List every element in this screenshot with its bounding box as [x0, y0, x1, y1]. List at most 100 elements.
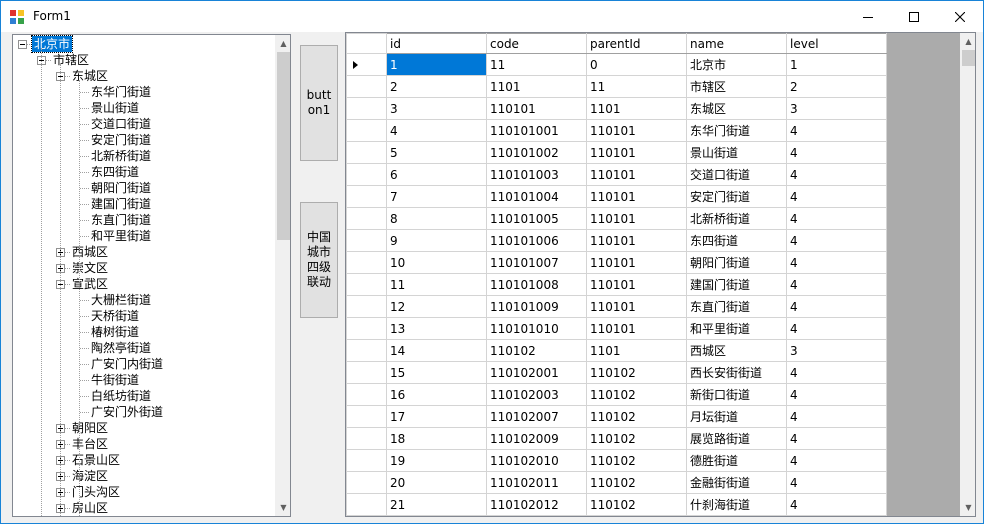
- table-cell-parentid[interactable]: 0: [586, 53, 687, 76]
- table-cell-level[interactable]: 1: [786, 53, 887, 76]
- table-cell-parentid[interactable]: 110101: [586, 229, 687, 252]
- row-header-cell[interactable]: [346, 251, 387, 274]
- table-row[interactable]: 16 110102003 110102 新街口街道 4: [346, 383, 887, 406]
- row-header-cell[interactable]: [346, 185, 387, 208]
- tree-node-label[interactable]: 房山区: [70, 500, 110, 516]
- table-cell-name[interactable]: 金融街街道: [686, 471, 787, 494]
- table-row[interactable]: 11 110101008 110101 建国门街道 4: [346, 273, 887, 296]
- tree-node[interactable]: 丰台区: [13, 436, 275, 452]
- scroll-down-arrow-icon[interactable]: ▼: [275, 499, 290, 516]
- table-cell-id[interactable]: 13: [386, 317, 487, 340]
- row-header-cell[interactable]: [346, 163, 387, 186]
- table-cell-name[interactable]: 东直门街道: [686, 295, 787, 318]
- table-cell-name[interactable]: 东华门街道: [686, 119, 787, 142]
- tree-node[interactable]: 东城区: [13, 68, 275, 84]
- row-header-cell[interactable]: [346, 295, 387, 318]
- row-header-cell[interactable]: [346, 141, 387, 164]
- table-cell-code[interactable]: 110101001: [486, 119, 587, 142]
- tree-node[interactable]: 房山区: [13, 500, 275, 516]
- tree-node[interactable]: 海淀区: [13, 468, 275, 484]
- tree-node-label[interactable]: 椿树街道: [89, 324, 141, 340]
- tree-node-label[interactable]: 丰台区: [70, 436, 110, 452]
- table-cell-code[interactable]: 1101: [486, 75, 587, 98]
- row-header-cell[interactable]: [346, 273, 387, 296]
- top-left-header-cell[interactable]: [346, 33, 387, 54]
- table-row[interactable]: 6 110101003 110101 交道口街道 4: [346, 163, 887, 186]
- close-button[interactable]: [937, 1, 983, 32]
- table-cell-code[interactable]: 110101004: [486, 185, 587, 208]
- table-cell-code[interactable]: 110101005: [486, 207, 587, 230]
- table-cell-level[interactable]: 3: [786, 97, 887, 120]
- row-header-cell[interactable]: [346, 207, 387, 230]
- row-header-cell[interactable]: [346, 361, 387, 384]
- table-cell-id[interactable]: 9: [386, 229, 487, 252]
- row-header-cell[interactable]: [346, 75, 387, 98]
- tree-node[interactable]: 东直门街道: [13, 212, 275, 228]
- table-cell-level[interactable]: 2: [786, 75, 887, 98]
- table-cell-code[interactable]: 110101003: [486, 163, 587, 186]
- table-row[interactable]: 9 110101006 110101 东四街道 4: [346, 229, 887, 252]
- region-tree-view[interactable]: 北京市 市辖区 东城区 东华门街道 景山街道 交道口街道 安定门街道 北新桥街道 东四街道 朝阳门…: [12, 34, 291, 517]
- table-cell-id[interactable]: 2: [386, 75, 487, 98]
- table-cell-id[interactable]: 16: [386, 383, 487, 406]
- tree-node[interactable]: 广安门外街道: [13, 404, 275, 420]
- tree-node-label[interactable]: 门头沟区: [70, 484, 122, 500]
- table-cell-name[interactable]: 朝阳门街道: [686, 251, 787, 274]
- tree-node[interactable]: 北新桥街道: [13, 148, 275, 164]
- table-cell-name[interactable]: 交道口街道: [686, 163, 787, 186]
- table-cell-level[interactable]: 4: [786, 317, 887, 340]
- table-cell-code[interactable]: 110102011: [486, 471, 587, 494]
- table-cell-parentid[interactable]: 11: [586, 75, 687, 98]
- table-cell-code[interactable]: 110101010: [486, 317, 587, 340]
- tree-node[interactable]: 朝阳区: [13, 420, 275, 436]
- table-cell-code[interactable]: 110101006: [486, 229, 587, 252]
- row-header-cell[interactable]: [346, 339, 387, 362]
- table-row[interactable]: 17 110102007 110102 月坛街道 4: [346, 405, 887, 428]
- table-cell-parentid[interactable]: 110102: [586, 427, 687, 450]
- table-cell-level[interactable]: 3: [786, 339, 887, 362]
- tree-node-label[interactable]: 大栅栏街道: [89, 292, 153, 308]
- button1[interactable]: button1: [300, 45, 338, 161]
- row-header-cell[interactable]: [346, 405, 387, 428]
- table-cell-id[interactable]: 21: [386, 493, 487, 516]
- tree-node-label[interactable]: 广安门内街道: [89, 356, 165, 372]
- table-cell-parentid[interactable]: 110102: [586, 471, 687, 494]
- table-cell-name[interactable]: 月坛街道: [686, 405, 787, 428]
- table-cell-parentid[interactable]: 110102: [586, 493, 687, 516]
- table-cell-parentid[interactable]: 110101: [586, 251, 687, 274]
- table-row[interactable]: 15 110102001 110102 西长安街街道 4: [346, 361, 887, 384]
- table-cell-parentid[interactable]: 110102: [586, 361, 687, 384]
- row-header-cell[interactable]: [346, 317, 387, 340]
- table-cell-id[interactable]: 12: [386, 295, 487, 318]
- table-row[interactable]: 10 110101007 110101 朝阳门街道 4: [346, 251, 887, 274]
- tree-node-label[interactable]: 崇文区: [70, 260, 110, 276]
- tree-node[interactable]: 崇文区: [13, 260, 275, 276]
- maximize-button[interactable]: [891, 1, 937, 32]
- column-header-code[interactable]: code: [486, 33, 587, 54]
- column-header-parentid[interactable]: parentId: [586, 33, 687, 54]
- tree-node-label[interactable]: 安定门街道: [89, 132, 153, 148]
- scroll-up-arrow-icon[interactable]: ▲: [960, 33, 975, 50]
- tree-node[interactable]: 白纸坊街道: [13, 388, 275, 404]
- tree-node-label[interactable]: 西城区: [70, 244, 110, 260]
- table-cell-id[interactable]: 11: [386, 273, 487, 296]
- tree-node-label[interactable]: 陶然亭街道: [89, 340, 153, 356]
- table-cell-level[interactable]: 4: [786, 405, 887, 428]
- scroll-thumb[interactable]: [277, 52, 290, 240]
- table-cell-parentid[interactable]: 110101: [586, 317, 687, 340]
- table-cell-level[interactable]: 4: [786, 207, 887, 230]
- region-data-grid[interactable]: id code parentId name level 1 11 0 北京市 1 2 110…: [345, 32, 976, 517]
- tree-node-label[interactable]: 牛街街道: [89, 372, 141, 388]
- table-cell-id[interactable]: 17: [386, 405, 487, 428]
- tree-node-label[interactable]: 东直门街道: [89, 212, 153, 228]
- table-row[interactable]: 5 110101002 110101 景山街道 4: [346, 141, 887, 164]
- table-cell-level[interactable]: 4: [786, 163, 887, 186]
- tree-node[interactable]: 市辖区: [13, 52, 275, 68]
- grid-vertical-scrollbar[interactable]: ▲ ▼: [960, 33, 975, 516]
- table-cell-id[interactable]: 3: [386, 97, 487, 120]
- tree-node-label[interactable]: 朝阳门街道: [89, 180, 153, 196]
- table-cell-name[interactable]: 安定门街道: [686, 185, 787, 208]
- tree-node[interactable]: 大栅栏街道: [13, 292, 275, 308]
- tree-node-label[interactable]: 石景山区: [70, 452, 122, 468]
- tree-node[interactable]: 建国门街道: [13, 196, 275, 212]
